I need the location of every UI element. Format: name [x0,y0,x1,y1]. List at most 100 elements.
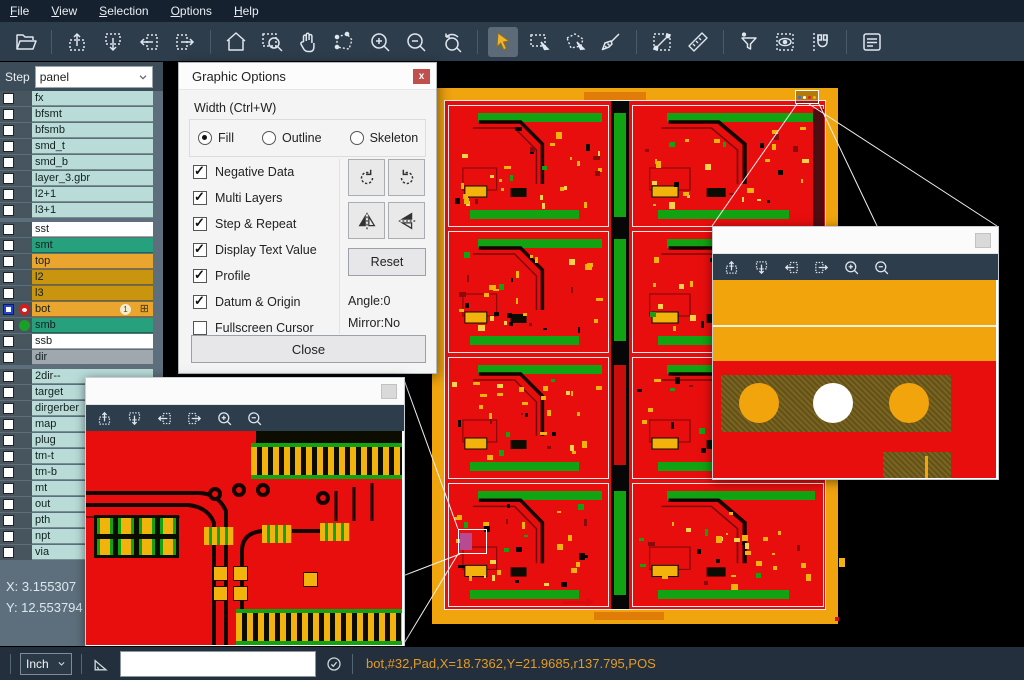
radio-fill[interactable]: Fill [198,131,234,145]
layer-checkbox[interactable] [3,352,14,363]
layer-row-bfsmb[interactable]: bfsmb [0,123,163,138]
checkbox-display-text-value[interactable]: Display Text Value [193,237,317,263]
layer-checkbox[interactable] [3,467,14,478]
filter-icon[interactable] [734,27,764,57]
layer-checkbox[interactable] [3,483,14,494]
layer-row-l2[interactable]: l2 [0,270,163,285]
flip-left-icon[interactable] [156,410,173,427]
checkbox-datum-origin[interactable]: Datum & Origin [193,289,317,315]
checkbox-profile[interactable]: Profile [193,263,317,289]
layer-row-layer_3.gbr[interactable]: layer_3.gbr [0,171,163,186]
flip-up-icon[interactable] [723,259,740,276]
flip-up-icon[interactable] [62,27,92,57]
layer-row-smd_b[interactable]: smd_b [0,155,163,170]
rotate-ccw-button[interactable] [388,159,425,196]
layer-checkbox[interactable] [3,451,14,462]
layer-checkbox[interactable] [3,189,14,200]
flip-right-icon[interactable] [813,259,830,276]
layers-panel-icon[interactable] [857,27,887,57]
radio-outline[interactable]: Outline [262,131,322,145]
flip-right-icon[interactable] [186,410,203,427]
reset-button[interactable]: Reset [348,248,426,276]
home-icon[interactable] [221,27,251,57]
layer-checkbox[interactable] [3,173,14,184]
layer-checkbox[interactable] [3,531,14,542]
layer-checkbox[interactable] [3,304,14,315]
layer-checkbox[interactable] [3,403,14,414]
rotate-cw-button[interactable] [348,159,385,196]
layer-checkbox[interactable] [3,224,14,235]
layer-checkbox[interactable] [3,435,14,446]
layer-checkbox[interactable] [3,547,14,558]
dialog-close-button[interactable]: x [413,69,430,84]
measure-ruler-icon[interactable] [683,27,713,57]
layer-checkbox[interactable] [3,499,14,510]
layer-checkbox[interactable] [3,515,14,526]
window-button-icon[interactable] [381,384,397,399]
open-folder-icon[interactable] [11,27,41,57]
magnifier-2-titlebar[interactable] [713,227,998,254]
checkbox-negative-data[interactable]: Negative Data [193,159,317,185]
magnifier-1-titlebar[interactable] [86,378,404,405]
checkbox-multi-layers[interactable]: Multi Layers [193,185,317,211]
select-cursor-icon[interactable] [488,27,518,57]
mirror-vertical-button[interactable] [388,202,425,239]
zoom-out-icon[interactable] [246,410,263,427]
angle-mode-icon[interactable] [91,654,111,674]
zoom-out-icon[interactable] [873,259,890,276]
command-input[interactable] [120,651,316,677]
pan-hand-icon[interactable] [293,27,323,57]
magnifier-window-2[interactable] [712,226,999,480]
flip-down-icon[interactable] [126,410,143,427]
layer-checkbox[interactable] [3,256,14,267]
layer-row-dir[interactable]: dir [0,350,163,365]
layer-checkbox[interactable] [3,157,14,168]
layer-row-bot[interactable]: bot1⊞ [0,302,163,317]
layer-checkbox[interactable] [3,336,14,347]
measure-line-icon[interactable] [647,27,677,57]
layer-row-bfsmt[interactable]: bfsmt [0,107,163,122]
layer-row-fx[interactable]: fx [0,91,163,106]
checkbox-step-repeat[interactable]: Step & Repeat [193,211,317,237]
snap-magnet-icon[interactable] [806,27,836,57]
flip-left-icon[interactable] [134,27,164,57]
layer-checkbox[interactable] [3,419,14,430]
zoom-in-icon[interactable] [365,27,395,57]
flip-down-icon[interactable] [753,259,770,276]
menu-help[interactable]: Help [234,4,259,18]
apply-check-icon[interactable] [325,655,343,673]
step-select[interactable]: panel [35,66,153,88]
layer-checkbox[interactable] [3,141,14,152]
mirror-horizontal-button[interactable] [348,202,385,239]
clear-brush-icon[interactable] [596,27,626,57]
layer-row-top[interactable]: top [0,254,163,269]
layer-row-smb[interactable]: smb [0,318,163,333]
layer-checkbox[interactable] [3,272,14,283]
flip-left-icon[interactable] [783,259,800,276]
menu-file[interactable]: File [10,4,29,18]
layer-checkbox[interactable] [3,240,14,251]
flip-down-icon[interactable] [98,27,128,57]
layer-row-smt[interactable]: smt [0,238,163,253]
magnifier-window-1[interactable] [85,377,405,647]
layer-row-smd_t[interactable]: smd_t [0,139,163,154]
layer-checkbox[interactable] [3,387,14,398]
menu-selection[interactable]: Selection [99,4,148,18]
layer-row-sst[interactable]: sst [0,222,163,237]
zoom-in-icon[interactable] [216,410,233,427]
layer-checkbox[interactable] [3,125,14,136]
select-rectangle-icon[interactable] [524,27,554,57]
layer-checkbox[interactable] [3,109,14,120]
layer-row-l2+1[interactable]: l2+1 [0,187,163,202]
menu-view[interactable]: View [51,4,77,18]
zoom-in-icon[interactable] [843,259,860,276]
window-button-icon[interactable] [975,233,991,248]
zoom-out-icon[interactable] [401,27,431,57]
layer-row-l3[interactable]: l3 [0,286,163,301]
menu-options[interactable]: Options [171,4,212,18]
flip-up-icon[interactable] [96,410,113,427]
view-options-eye-icon[interactable] [770,27,800,57]
layer-row-ssb[interactable]: ssb [0,334,163,349]
flip-right-icon[interactable] [170,27,200,57]
layer-row-l3+1[interactable]: l3+1 [0,203,163,218]
